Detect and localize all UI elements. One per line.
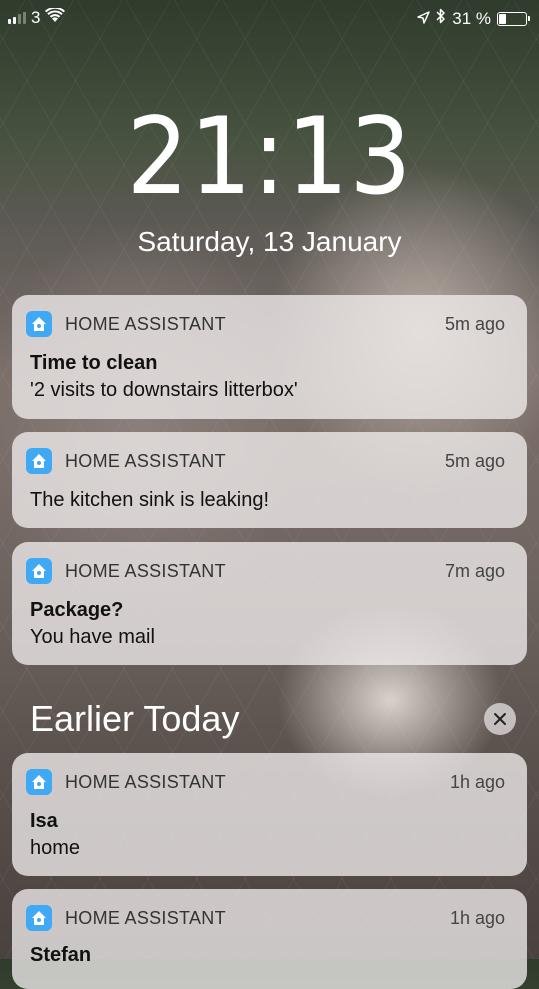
notification-card[interactable]: HOME ASSISTANT 1h ago Stefan (12, 889, 527, 989)
battery-level-fill (499, 13, 507, 24)
notification-time: 1h ago (449, 771, 505, 792)
notification-title: Isa (30, 810, 58, 832)
home-assistant-icon (26, 905, 52, 931)
status-bar: 3 31 % (0, 0, 539, 36)
signal-icon (8, 12, 26, 24)
notification-app-name: HOME ASSISTANT (65, 313, 226, 334)
notification-title: Stefan (30, 944, 92, 966)
notification-title: Package? (30, 599, 124, 621)
notification-app-name: HOME ASSISTANT (65, 907, 226, 928)
close-icon (494, 713, 506, 725)
clear-notifications-button[interactable] (484, 703, 516, 735)
notification-body: home (30, 837, 81, 859)
notification-body: The kitchen sink is leaking! (30, 489, 270, 511)
notification-body: You have mail (30, 626, 155, 648)
wifi-icon (45, 6, 66, 28)
location-arrow-icon (417, 9, 430, 29)
home-assistant-icon (26, 558, 52, 584)
bluetooth-icon (436, 8, 446, 29)
notification-time: 5m ago (444, 313, 505, 334)
home-assistant-icon (26, 769, 52, 795)
section-title-earlier-today: Earlier Today (30, 698, 240, 739)
notification-card[interactable]: HOME ASSISTANT 5m ago Time to clean '2 v… (12, 295, 527, 419)
notification-time: 5m ago (444, 450, 505, 471)
notification-body: '2 visits to downstairs litterbox' (30, 379, 298, 401)
lock-screen-date: Saturday, 13 January (137, 226, 402, 257)
notification-time: 7m ago (444, 560, 505, 581)
notification-card[interactable]: HOME ASSISTANT 5m ago The kitchen sink i… (12, 432, 527, 528)
battery-percent: 31 % (452, 8, 491, 28)
carrier-label: 3 (31, 8, 41, 27)
home-assistant-icon (26, 448, 52, 474)
battery-icon (497, 11, 530, 26)
notification-card[interactable]: HOME ASSISTANT 1h ago Isa home (12, 753, 527, 876)
home-assistant-icon (26, 311, 52, 337)
notification-app-name: HOME ASSISTANT (65, 771, 226, 792)
notification-title: Time to clean (30, 352, 158, 374)
lock-screen-time: 21:13 (126, 95, 413, 218)
notification-time: 1h ago (449, 907, 505, 928)
notification-card[interactable]: HOME ASSISTANT 7m ago Package? You have … (12, 542, 527, 665)
notification-app-name: HOME ASSISTANT (65, 560, 226, 581)
notification-app-name: HOME ASSISTANT (65, 450, 226, 471)
